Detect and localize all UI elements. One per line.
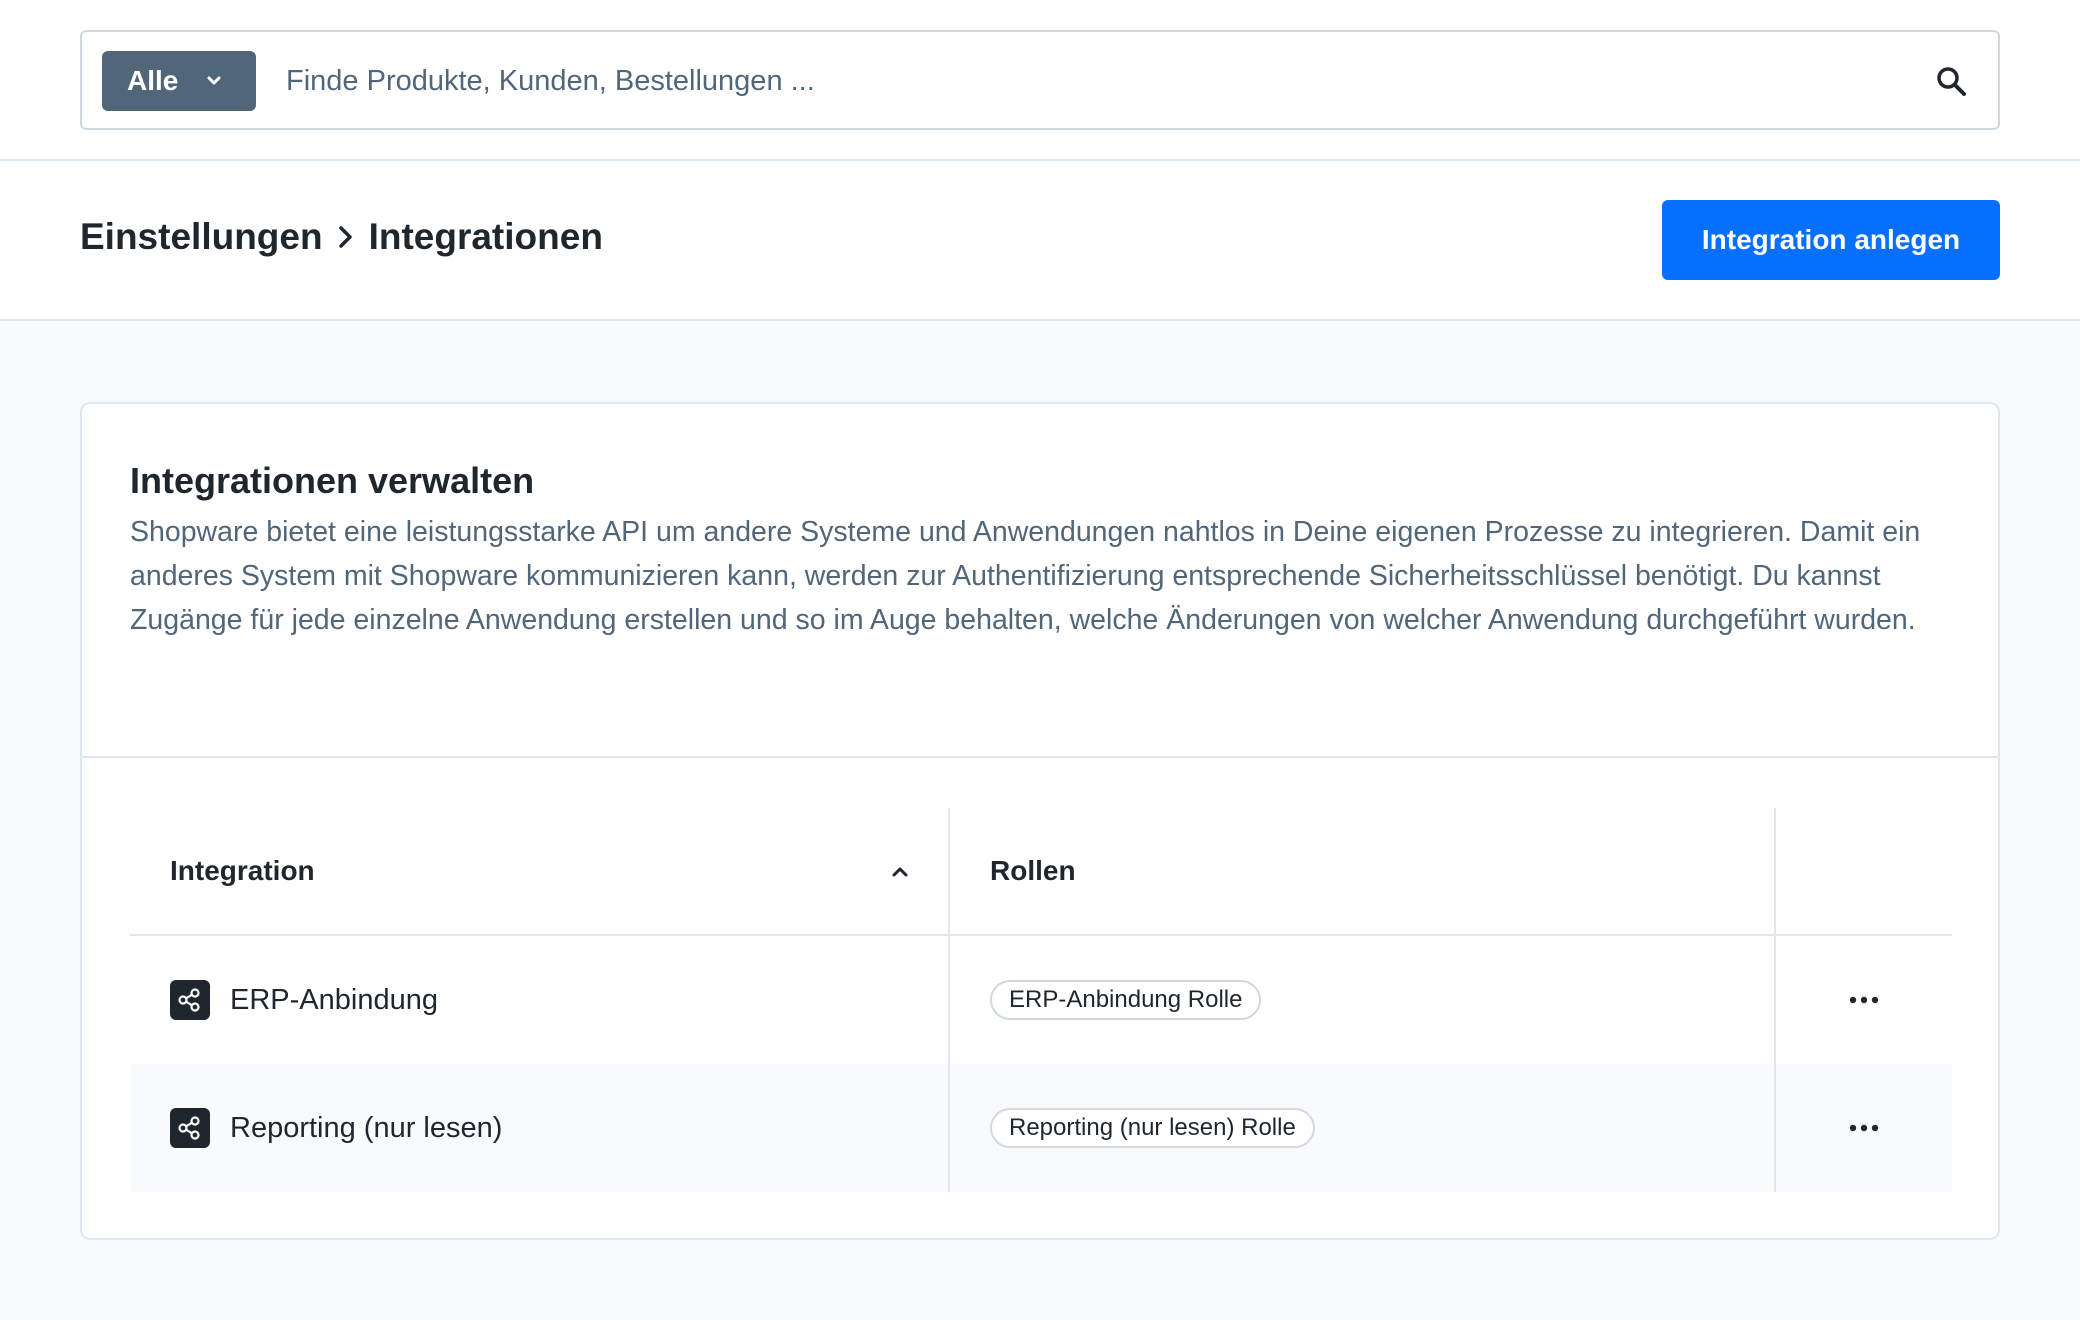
integrations-card: Integrationen verwalten Shopware bietet … xyxy=(80,402,2000,1240)
table-row: Reporting (nur lesen) Reporting (nur les… xyxy=(130,1064,1952,1192)
column-header-roles[interactable]: Rollen xyxy=(950,808,1776,934)
more-horizontal-icon[interactable] xyxy=(1844,980,1884,1020)
integration-cell: Reporting (nur lesen) xyxy=(130,1064,950,1192)
integration-cell: ERP-Anbindung xyxy=(130,936,950,1064)
search-scope-label: Alle xyxy=(127,65,179,96)
top-bar: Alle xyxy=(0,0,2080,161)
roles-cell: Reporting (nur lesen) Rolle xyxy=(950,1064,1776,1192)
global-search: Alle xyxy=(80,30,2000,130)
card-header: Integrationen verwalten Shopware bietet … xyxy=(82,404,1998,758)
integration-name[interactable]: Reporting (nur lesen) xyxy=(230,1112,502,1145)
table-header-row: Integration Rollen xyxy=(130,808,1952,936)
role-badge: ERP-Anbindung Rolle xyxy=(990,980,1262,1020)
breadcrumb: Einstellungen Integrationen xyxy=(80,216,603,258)
chevron-right-icon xyxy=(338,226,352,248)
breadcrumb-settings[interactable]: Einstellungen xyxy=(80,216,323,258)
chevron-down-icon xyxy=(207,76,221,85)
share-icon xyxy=(170,1108,210,1148)
column-header-actions xyxy=(1776,808,1952,934)
table-row: ERP-Anbindung ERP-Anbindung Rolle xyxy=(130,936,1952,1064)
search-input[interactable] xyxy=(286,54,1786,108)
breadcrumb-integrations: Integrationen xyxy=(368,216,603,257)
card-title: Integrationen verwalten xyxy=(130,460,535,501)
share-icon xyxy=(170,980,210,1020)
chevron-up-icon[interactable] xyxy=(890,864,910,880)
card-description: Shopware bietet eine leistungsstarke API… xyxy=(130,516,1921,636)
integration-name[interactable]: ERP-Anbindung xyxy=(230,984,438,1017)
more-horizontal-icon[interactable] xyxy=(1844,1108,1884,1148)
roles-cell: ERP-Anbindung Rolle xyxy=(950,936,1776,1064)
actions-cell xyxy=(1776,1064,1952,1192)
search-scope-dropdown[interactable]: Alle xyxy=(102,51,256,111)
role-badge: Reporting (nur lesen) Rolle xyxy=(990,1108,1315,1148)
page-header: Einstellungen Integrationen Integration … xyxy=(0,163,2080,321)
column-header-integration[interactable]: Integration xyxy=(130,808,950,934)
integrations-table: Integration Rollen ERP-Anbindung ERP-Anb… xyxy=(130,808,1952,1192)
create-integration-button[interactable]: Integration anlegen xyxy=(1662,200,2000,280)
actions-cell xyxy=(1776,936,1952,1064)
search-icon[interactable] xyxy=(1932,62,1972,102)
